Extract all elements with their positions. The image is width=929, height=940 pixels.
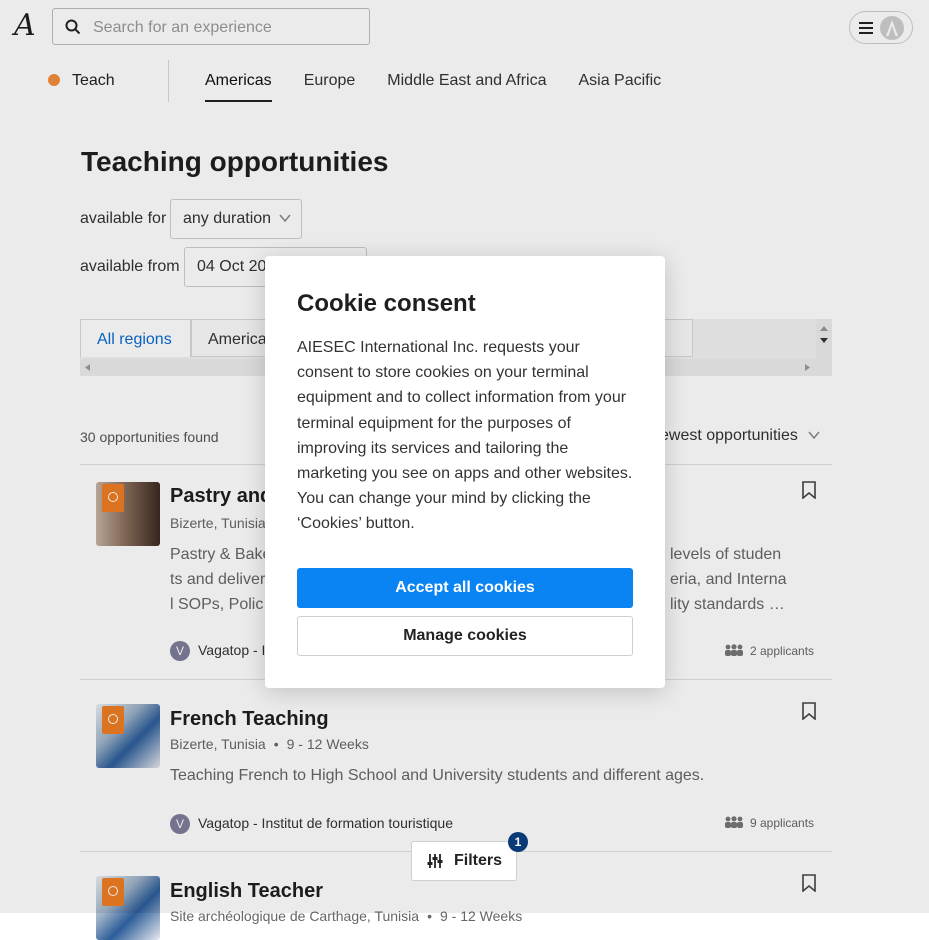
page: A Teach Americas Europe Middle East and … [0,0,929,940]
manage-cookies-button[interactable]: Manage cookies [297,616,633,656]
filter-count-badge: 1 [508,832,528,852]
dialog-body: AIESEC International Inc. requests your … [297,339,633,533]
cookie-consent-dialog: Cookie consent AIESEC International Inc.… [265,256,665,688]
dialog-title: Cookie consent [297,290,476,317]
accept-cookies-button[interactable]: Accept all cookies [297,568,633,608]
filters-button[interactable]: Filters 1 [411,832,528,881]
sliders-icon [427,854,443,868]
